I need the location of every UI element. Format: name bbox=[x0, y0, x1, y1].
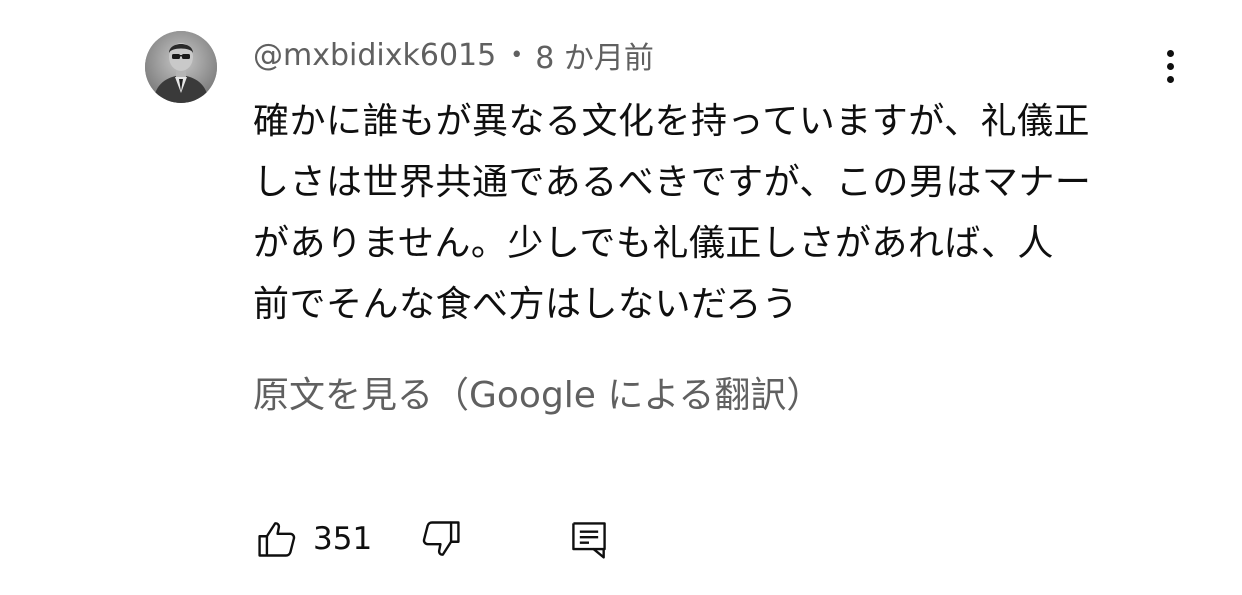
thumb-up-icon bbox=[258, 522, 296, 557]
author-handle[interactable]: @mxbidixk6015 bbox=[253, 38, 496, 73]
reply-button[interactable] bbox=[565, 515, 613, 563]
reply-comment-icon bbox=[572, 522, 606, 559]
more-vert-icon[interactable] bbox=[1150, 44, 1190, 88]
comment-card: @mxbidixk6015 • 8 か月前 確かに誰もが異なる文化を持っています… bbox=[0, 0, 1242, 595]
like-button[interactable] bbox=[253, 515, 301, 563]
comment-text: 確かに誰もが異なる文化を持っていますが、礼儀正 しさは世界共通であるべきですが、… bbox=[253, 91, 1168, 335]
comment-meta: @mxbidixk6015 • 8 か月前 bbox=[253, 35, 654, 77]
comment-text-line: しさは世界共通であるべきですが、この男はマナー bbox=[253, 162, 1092, 203]
dislike-button[interactable] bbox=[417, 515, 465, 563]
comment-actions: 351 bbox=[253, 512, 613, 566]
thumb-down-icon bbox=[422, 521, 460, 556]
like-count: 351 bbox=[313, 521, 373, 557]
menu-dot bbox=[1166, 49, 1174, 57]
menu-dot bbox=[1166, 75, 1174, 83]
meta-separator: • bbox=[510, 42, 524, 68]
avatar-photo-icon bbox=[145, 31, 217, 103]
author-avatar[interactable] bbox=[145, 31, 217, 103]
comment-timestamp: 8 か月前 bbox=[535, 41, 654, 76]
comment-text-line: 前でそんな食べ方はしないだろう bbox=[253, 284, 799, 325]
comment-text-line: 確かに誰もが異なる文化を持っていますが、礼儀正 bbox=[253, 101, 1090, 142]
see-original-link[interactable]: 原文を見る（Google による翻訳） bbox=[253, 372, 822, 420]
menu-dot bbox=[1166, 62, 1174, 70]
comment-text-line: がありません。少しでも礼儀正しさがあれば、人 bbox=[253, 223, 1054, 264]
